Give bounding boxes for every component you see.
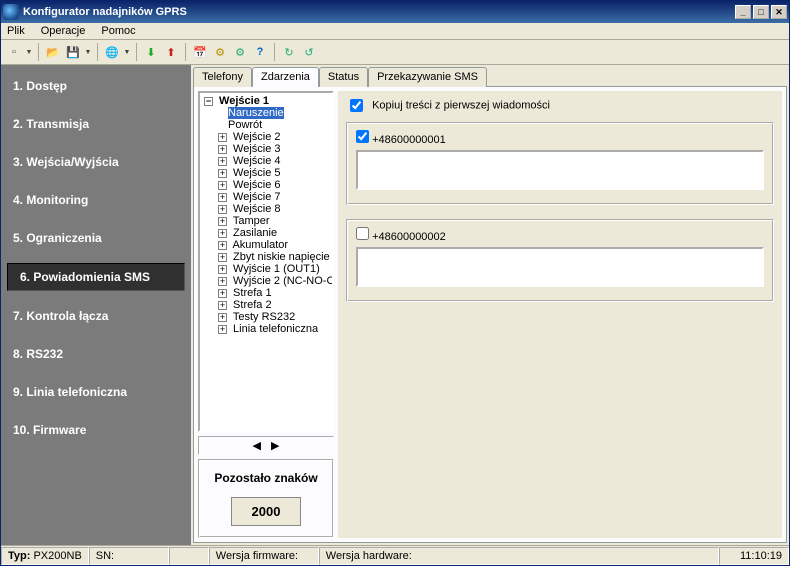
- tree-node[interactable]: Naruszenie: [200, 107, 332, 119]
- globe-dropdown[interactable]: ▼: [123, 49, 131, 56]
- phone2-checkbox[interactable]: [356, 227, 369, 240]
- remaining-label: Pozostało znaków: [206, 471, 326, 485]
- sidebar-item-phoneline[interactable]: 9. Linia telefoniczna: [1, 379, 191, 405]
- tree-node[interactable]: + Zbyt niskie napięcie -: [200, 251, 332, 263]
- sidebar-item-rs232[interactable]: 8. RS232: [1, 341, 191, 367]
- tabs: Telefony Zdarzenia Status Przekazywanie …: [193, 67, 787, 87]
- tree-node[interactable]: + Akumulator: [200, 239, 332, 251]
- help-icon[interactable]: ?: [251, 43, 269, 61]
- status-clock: 11:10:19: [719, 547, 789, 565]
- tree-node[interactable]: + Zasilanie: [200, 227, 332, 239]
- copy-first-label: Kopiuj treści z pierwszej wiadomości: [372, 99, 550, 111]
- new-dropdown[interactable]: ▼: [25, 49, 33, 56]
- gear2-icon[interactable]: ⚙: [231, 43, 249, 61]
- phone1-checkbox[interactable]: [356, 130, 369, 143]
- sidebar-item-monitoring[interactable]: 4. Monitoring: [1, 187, 191, 213]
- tree-node[interactable]: + Strefa 1: [200, 287, 332, 299]
- tree-node[interactable]: + Wejście 3: [200, 143, 332, 155]
- save-icon[interactable]: 💾: [64, 43, 82, 61]
- tab-phones[interactable]: Telefony: [193, 67, 252, 87]
- phone2-number: +48600000002: [372, 231, 446, 243]
- minimize-button[interactable]: _: [735, 5, 751, 19]
- tree-node[interactable]: − Wejście 1: [200, 95, 332, 107]
- remaining-box: Pozostało znaków 2000: [198, 459, 334, 538]
- menubar: Plik Operacje Pomoc: [1, 23, 789, 40]
- tree-node[interactable]: + Wejście 7: [200, 191, 332, 203]
- tree-node[interactable]: + Wyjście 2 (NC-NO-C): [200, 275, 332, 287]
- tree-node[interactable]: + Tamper: [200, 215, 332, 227]
- sidebar-item-link[interactable]: 7. Kontrola łącza: [1, 303, 191, 329]
- tree-node[interactable]: + Wejście 6: [200, 179, 332, 191]
- tree-node[interactable]: + Linia telefoniczna: [200, 323, 332, 335]
- refresh1-icon[interactable]: ↻: [280, 43, 298, 61]
- sidebar-item-transmission[interactable]: 2. Transmisja: [1, 111, 191, 137]
- close-button[interactable]: ✕: [771, 5, 787, 19]
- new-icon[interactable]: ▫: [5, 43, 23, 61]
- status-firmware: Wersja firmware:: [209, 547, 319, 565]
- tree-node[interactable]: + Wejście 4: [200, 155, 332, 167]
- menu-operations[interactable]: Operacje: [41, 25, 86, 37]
- phone1-number: +48600000001: [372, 134, 446, 146]
- maximize-button[interactable]: □: [753, 5, 769, 19]
- tree-node[interactable]: + Testy RS232: [200, 311, 332, 323]
- event-tree[interactable]: − Wejście 1NaruszeniePowrót+ Wejście 2+ …: [198, 91, 334, 432]
- statusbar: Typ: PX200NB SN: Wersja firmware: Wersja…: [1, 545, 789, 565]
- status-hardware: Wersja hardware:: [319, 547, 719, 565]
- upload-icon[interactable]: ⬆: [162, 43, 180, 61]
- remaining-count: 2000: [231, 497, 302, 526]
- sidebar-item-io[interactable]: 3. Wejścia/Wyjścia: [1, 149, 191, 175]
- menu-file[interactable]: Plik: [7, 25, 25, 37]
- tree-panel: − Wejście 1NaruszeniePowrót+ Wejście 2+ …: [198, 91, 334, 538]
- copy-first-checkbox[interactable]: [350, 99, 363, 112]
- sidebar-item-restrictions[interactable]: 5. Ograniczenia: [1, 225, 191, 251]
- refresh2-icon[interactable]: ↺: [300, 43, 318, 61]
- tab-events[interactable]: Zdarzenia: [252, 67, 319, 87]
- phone1-message-input[interactable]: [356, 150, 764, 190]
- calendar-icon[interactable]: 📅: [191, 43, 209, 61]
- download-icon[interactable]: ⬇: [142, 43, 160, 61]
- tree-next-button[interactable]: ▶: [271, 439, 279, 452]
- sidebar-item-sms[interactable]: 6. Powiadomienia SMS: [7, 263, 185, 291]
- phone2-message-input[interactable]: [356, 247, 764, 287]
- tree-node[interactable]: + Strefa 2: [200, 299, 332, 311]
- form-panel: Kopiuj treści z pierwszej wiadomości +48…: [338, 91, 782, 538]
- phone-group-1: +48600000001: [346, 122, 774, 205]
- tree-node[interactable]: + Wejście 5: [200, 167, 332, 179]
- tab-status[interactable]: Status: [319, 67, 368, 87]
- tree-node[interactable]: + Wejście 2: [200, 131, 332, 143]
- tree-node[interactable]: Powrót: [200, 119, 332, 131]
- globe-icon[interactable]: 🌐: [103, 43, 121, 61]
- status-type: Typ: PX200NB: [1, 547, 89, 565]
- tree-node[interactable]: + Wyjście 1 (OUT1): [200, 263, 332, 275]
- status-spacer: [169, 547, 209, 565]
- sidebar-item-access[interactable]: 1. Dostęp: [1, 73, 191, 99]
- tree-nav: ◀ ▶: [198, 436, 334, 455]
- tree-node[interactable]: + Wejście 8: [200, 203, 332, 215]
- status-sn: SN:: [89, 547, 169, 565]
- sidebar: 1. Dostęp 2. Transmisja 3. Wejścia/Wyjśc…: [1, 65, 191, 545]
- toolbar: ▫ ▼ 📂 💾 ▼ 🌐 ▼ ⬇ ⬆ 📅 ⚙ ⚙ ? ↻ ↺: [1, 40, 789, 65]
- app-icon: [3, 4, 19, 20]
- window-title: Konfigurator nadajników GPRS: [23, 6, 735, 18]
- tab-forward-sms[interactable]: Przekazywanie SMS: [368, 67, 487, 87]
- save-dropdown[interactable]: ▼: [84, 49, 92, 56]
- phone-group-2: +48600000002: [346, 219, 774, 302]
- titlebar: Konfigurator nadajników GPRS _ □ ✕: [1, 1, 789, 23]
- tree-prev-button[interactable]: ◀: [253, 439, 261, 452]
- open-icon[interactable]: 📂: [44, 43, 62, 61]
- sidebar-item-firmware[interactable]: 10. Firmware: [1, 417, 191, 443]
- content-area: Telefony Zdarzenia Status Przekazywanie …: [191, 65, 789, 545]
- menu-help[interactable]: Pomoc: [101, 25, 135, 37]
- gear1-icon[interactable]: ⚙: [211, 43, 229, 61]
